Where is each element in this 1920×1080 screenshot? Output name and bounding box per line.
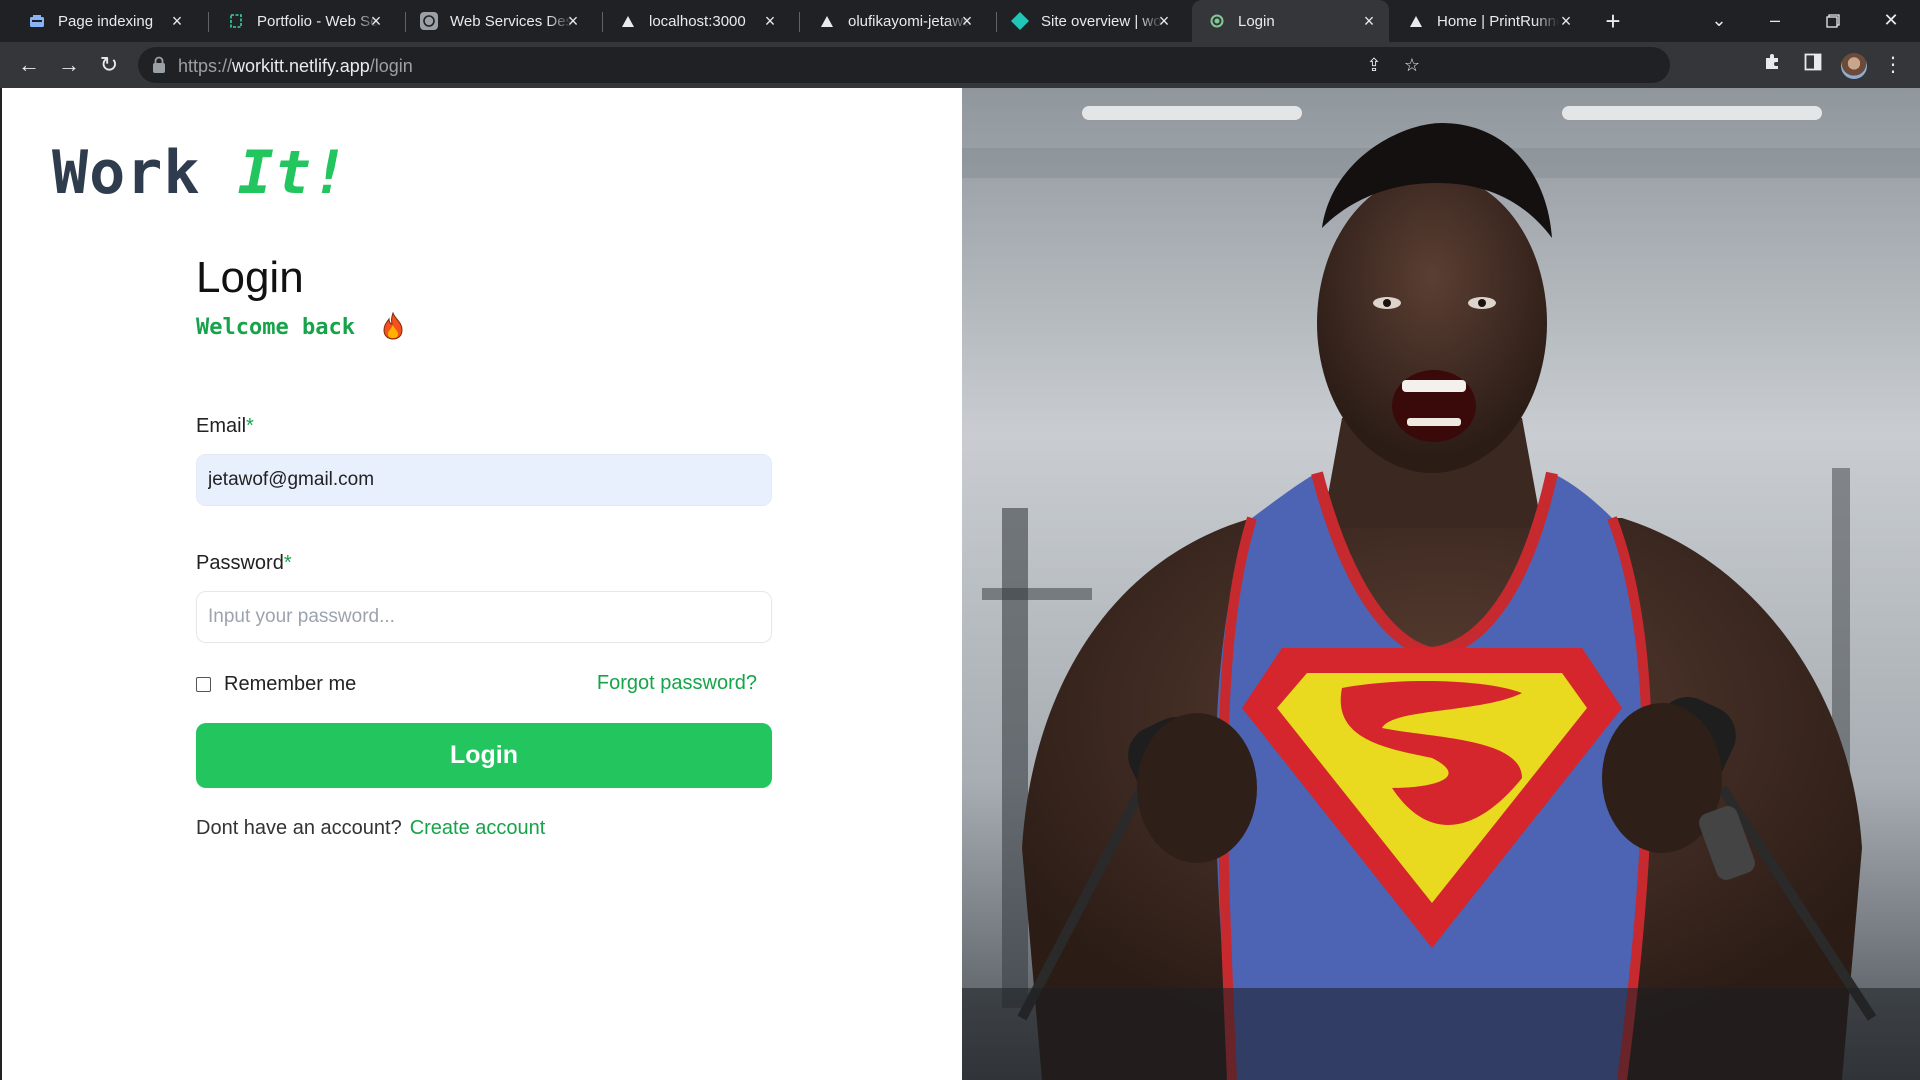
browser-toolbar: ← → ↻ https://workitt.netlify.app/login … [0, 42, 1920, 88]
tab-title: Page indexing [58, 12, 154, 30]
required-asterisk: * [283, 552, 292, 574]
remember-me-checkbox[interactable] [196, 677, 211, 692]
forgot-password-link[interactable]: Forgot password? [597, 672, 757, 695]
tab-site-overview[interactable]: Site overview | workitt × [987, 0, 1184, 42]
password-label-text: Password [196, 552, 284, 574]
netlify-icon [1011, 12, 1029, 30]
minimize-icon[interactable]: – [1752, 4, 1798, 36]
no-account-text: Dont have an account? [196, 817, 402, 839]
close-icon[interactable]: × [1359, 11, 1379, 31]
required-asterisk: * [246, 415, 254, 437]
tab-portfolio[interactable]: Portfolio - Web Services × [199, 0, 396, 42]
new-tab-button[interactable]: + [1598, 6, 1628, 36]
forward-arrow-icon[interactable]: → [54, 50, 84, 80]
tab-olufikayomi[interactable]: olufikayomi-jetawo × [790, 0, 987, 42]
window-close-icon[interactable]: ✕ [1868, 4, 1914, 36]
tab-title: olufikayomi-jetawo [848, 12, 970, 30]
tab-title: Portfolio - Web Services [257, 12, 379, 30]
remember-me[interactable]: Remember me [196, 673, 356, 696]
search-console-icon [28, 12, 46, 30]
browser-tab-strip: Page indexing × Portfolio - Web Services… [0, 0, 1920, 42]
url-host: workitt.netlify.app [232, 56, 370, 76]
url-path: /login [369, 56, 413, 76]
tab-page-indexing[interactable]: Page indexing × [0, 0, 197, 42]
tab-localhost[interactable]: localhost:3000 × [593, 0, 790, 42]
email-label-text: Email [196, 415, 247, 437]
page-body: Work It! Login Welcome back Email* Passw… [0, 88, 1920, 1080]
portfolio-icon [227, 12, 245, 30]
extensions-puzzle-icon[interactable] [1760, 52, 1786, 78]
tab-title: Web Services Design [450, 12, 572, 30]
close-icon[interactable]: × [1556, 11, 1576, 31]
signup-prompt: Dont have an account? Create account [196, 817, 545, 840]
fire-icon [382, 311, 404, 340]
hero-photo [962, 88, 1920, 1080]
lock-icon[interactable] [152, 56, 170, 74]
star-icon[interactable]: ☆ [1400, 53, 1424, 77]
share-icon[interactable]: ⇪ [1362, 53, 1386, 77]
url-text[interactable]: https://workitt.netlify.app/login [178, 56, 413, 77]
tab-login[interactable]: Login × [1192, 0, 1389, 42]
loading-dot-icon [1208, 12, 1226, 30]
url-scheme: https:// [178, 56, 233, 76]
close-icon[interactable]: × [1154, 11, 1174, 31]
welcome-text: Welcome back [196, 311, 404, 340]
triangle-icon [619, 12, 637, 30]
app-logo[interactable]: Work It! [52, 138, 349, 208]
tab-printrunner[interactable]: Home | PrintRunner × [1389, 0, 1586, 42]
create-account-link[interactable]: Create account [410, 817, 546, 839]
restore-icon[interactable] [1810, 4, 1856, 36]
close-icon[interactable]: × [167, 11, 187, 31]
password-field[interactable] [196, 591, 772, 643]
logo-text: Work [52, 138, 238, 208]
athlete-image [962, 88, 1920, 1080]
page-title: Login [196, 253, 304, 302]
address-bar[interactable]: https://workitt.netlify.app/login ⇪ ☆ [138, 47, 1670, 83]
reload-icon[interactable]: ↻ [94, 50, 124, 80]
logo-accent: It! [237, 138, 349, 208]
tab-title: localhost:3000 [649, 12, 746, 30]
close-icon[interactable]: × [957, 11, 977, 31]
email-field[interactable] [196, 454, 772, 506]
back-arrow-icon[interactable]: ← [14, 50, 44, 80]
email-label: Email* [196, 415, 254, 438]
profile-avatar[interactable] [1841, 53, 1867, 79]
close-icon[interactable]: × [760, 11, 780, 31]
tab-title: Site overview | workitt [1041, 12, 1163, 30]
login-button[interactable]: Login [196, 723, 772, 788]
menu-kebab-icon[interactable]: ⋮ [1880, 52, 1906, 78]
side-panel-icon[interactable] [1800, 52, 1826, 78]
triangle-icon [818, 12, 836, 30]
tab-web-services-design[interactable]: Web Services Design × [396, 0, 593, 42]
triangle-icon [1407, 12, 1425, 30]
login-panel: Work It! Login Welcome back Email* Passw… [0, 88, 962, 1080]
close-icon[interactable]: × [366, 11, 386, 31]
tab-title: Login [1238, 12, 1275, 30]
tab-search-chevron-icon[interactable]: ⌄ [1696, 4, 1742, 36]
password-label: Password* [196, 552, 292, 575]
tab-title: Home | PrintRunner [1437, 12, 1559, 30]
openai-icon [420, 12, 438, 30]
welcome-label: Welcome back [196, 315, 355, 340]
remember-me-label: Remember me [224, 673, 357, 695]
close-icon[interactable]: × [563, 11, 583, 31]
